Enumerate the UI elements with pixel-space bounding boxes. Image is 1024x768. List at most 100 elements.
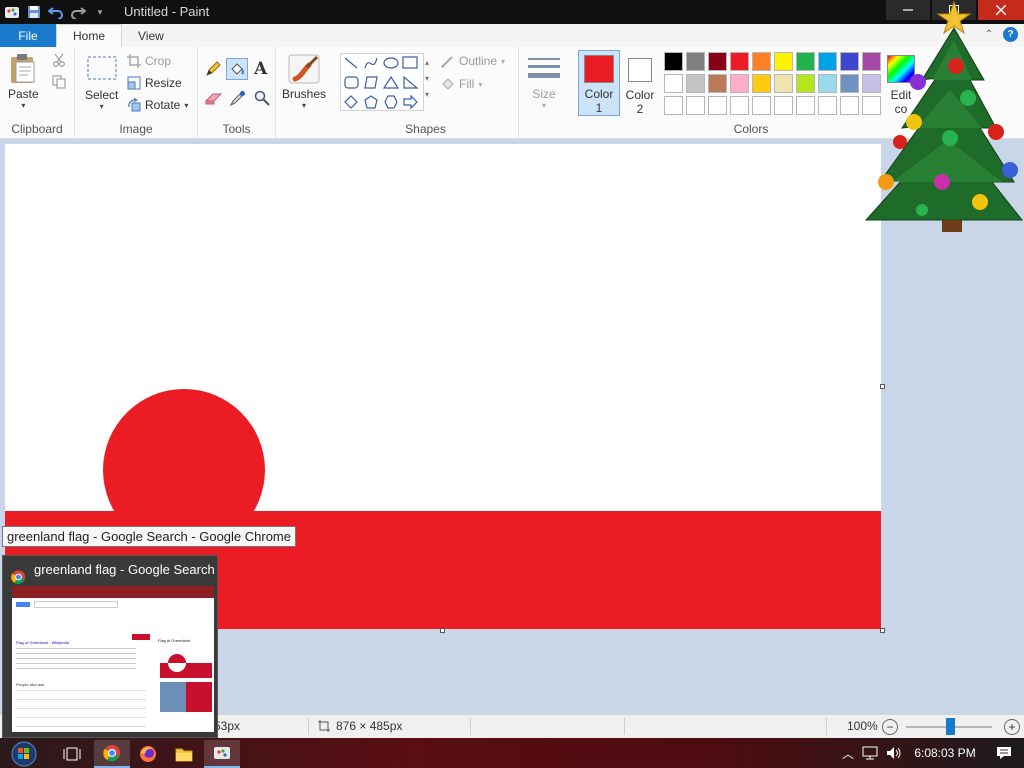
- shapes-scroll-icon[interactable]: ▴ ▾ ▾: [425, 55, 429, 103]
- rotate-dropdown-icon: ▾: [184, 100, 189, 110]
- redo-icon[interactable]: [70, 4, 86, 20]
- paint-app-icon[interactable]: [4, 4, 20, 20]
- firefox-icon: [140, 746, 156, 762]
- chrome-taskbar-button[interactable]: [94, 740, 130, 768]
- palette-swatch[interactable]: [796, 52, 815, 71]
- folder-icon: [175, 748, 193, 762]
- magnifier-icon[interactable]: [254, 90, 270, 109]
- paste-button[interactable]: Paste ▾: [8, 53, 39, 110]
- fill-label: Fill: [459, 77, 475, 91]
- thumb-browser-bar: [12, 586, 214, 598]
- cut-icon[interactable]: [52, 53, 66, 70]
- zoom-out-button[interactable]: −: [882, 719, 898, 735]
- palette-swatch[interactable]: [840, 96, 859, 115]
- chrome-icon: [103, 745, 120, 762]
- palette-swatch[interactable]: [686, 74, 705, 93]
- palette-swatch[interactable]: [796, 74, 815, 93]
- resize-button[interactable]: Resize: [127, 76, 182, 90]
- thumb-result-lines: [16, 648, 136, 672]
- volume-icon[interactable]: [882, 746, 906, 760]
- outline-icon: [441, 56, 453, 68]
- text-tool-icon[interactable]: A: [254, 59, 267, 79]
- canvas-resize-handle-bottom[interactable]: [440, 628, 445, 633]
- paint-taskbar-button[interactable]: [204, 740, 240, 768]
- thumb-kp-flag-circle: [168, 654, 186, 672]
- canvas-resize-handle-corner[interactable]: [880, 628, 885, 633]
- customize-quick-access-icon[interactable]: ▾: [92, 4, 108, 20]
- palette-swatch[interactable]: [730, 52, 749, 71]
- outline-button[interactable]: Outline ▾: [441, 54, 505, 68]
- palette-swatch[interactable]: [730, 96, 749, 115]
- paint-icon: [214, 747, 230, 759]
- palette-swatch[interactable]: [818, 96, 837, 115]
- task-view-button[interactable]: [54, 740, 90, 768]
- color2-button[interactable]: Color 2: [622, 50, 658, 116]
- color1-button[interactable]: Color 1: [578, 50, 620, 116]
- palette-swatch[interactable]: [818, 52, 837, 71]
- tab-view[interactable]: View: [122, 24, 180, 47]
- christmas-tree-decoration: [864, 0, 1024, 232]
- palette-swatch[interactable]: [774, 52, 793, 71]
- thumb-search-box: [34, 601, 118, 608]
- window-title: Untitled - Paint: [124, 4, 210, 19]
- status-separator: [308, 718, 309, 735]
- palette-swatch[interactable]: [664, 52, 683, 71]
- palette-swatch[interactable]: [752, 52, 771, 71]
- show-hidden-icons-icon[interactable]: ︿: [838, 745, 858, 762]
- taskbar: ︿ 6:08:03 PM: [0, 738, 1024, 768]
- palette-swatch[interactable]: [818, 74, 837, 93]
- crop-button[interactable]: Crop: [127, 54, 171, 68]
- firefox-taskbar-button[interactable]: [130, 740, 166, 768]
- pencil-icon[interactable]: [205, 61, 221, 80]
- color-picker-icon[interactable]: [229, 90, 246, 109]
- system-tray: ︿ 6:08:03 PM: [838, 738, 1024, 768]
- image-group: Select ▾ Crop Resize Rotate ▾ Image: [75, 47, 198, 139]
- palette-swatch[interactable]: [752, 96, 771, 115]
- color1-number: 1: [595, 101, 603, 115]
- paste-dropdown-icon: ▾: [21, 101, 26, 110]
- size-button[interactable]: Size ▾: [527, 55, 561, 110]
- save-icon[interactable]: [26, 4, 42, 20]
- palette-swatch[interactable]: [774, 74, 793, 93]
- tab-file[interactable]: File: [0, 24, 56, 47]
- palette-swatch[interactable]: [752, 74, 771, 93]
- start-button[interactable]: [6, 740, 42, 768]
- undo-icon[interactable]: [48, 4, 64, 20]
- shapes-group: ▴ ▾ ▾ Outline ▾ Fill ▾ Shapes: [333, 47, 519, 139]
- action-center-icon[interactable]: [984, 746, 1024, 760]
- quick-access-toolbar: ▾: [0, 4, 108, 20]
- brushes-label: Brushes: [282, 87, 327, 101]
- palette-swatch[interactable]: [708, 74, 727, 93]
- fill-bucket-icon[interactable]: [226, 58, 248, 80]
- palette-swatch[interactable]: [840, 74, 859, 93]
- clock[interactable]: 6:08:03 PM: [906, 746, 984, 760]
- size-dropdown-icon: ▾: [541, 101, 546, 110]
- zoom-slider-thumb[interactable]: [946, 718, 955, 735]
- palette-swatch[interactable]: [730, 74, 749, 93]
- tools-group: A Tools: [198, 47, 276, 139]
- tools-group-label: Tools: [222, 122, 251, 136]
- palette-swatch[interactable]: [686, 52, 705, 71]
- canvas-resize-handle-right[interactable]: [880, 384, 885, 389]
- select-button[interactable]: Select ▾: [85, 55, 118, 111]
- palette-swatch[interactable]: [774, 96, 793, 115]
- chrome-window-thumbnail[interactable]: greenland flag - Google Search ... Flag …: [2, 555, 218, 738]
- brushes-button[interactable]: Brushes ▾: [282, 53, 326, 110]
- copy-icon[interactable]: [52, 75, 66, 92]
- palette-swatch[interactable]: [708, 52, 727, 71]
- palette-swatch[interactable]: [796, 96, 815, 115]
- file-explorer-taskbar-button[interactable]: [166, 740, 202, 768]
- palette-swatch[interactable]: [686, 96, 705, 115]
- eraser-icon[interactable]: [204, 91, 223, 108]
- fill-button[interactable]: Fill ▾: [441, 77, 482, 91]
- network-icon[interactable]: [858, 746, 882, 760]
- tab-home[interactable]: Home: [56, 24, 123, 47]
- palette-swatch[interactable]: [708, 96, 727, 115]
- shapes-gallery[interactable]: [340, 53, 424, 111]
- brushes-group: Brushes ▾: [276, 47, 333, 139]
- palette-swatch[interactable]: [840, 52, 859, 71]
- palette-swatch[interactable]: [664, 96, 683, 115]
- palette-swatch[interactable]: [664, 74, 683, 93]
- rotate-button[interactable]: Rotate ▾: [127, 98, 188, 112]
- zoom-in-button[interactable]: +: [1004, 719, 1020, 735]
